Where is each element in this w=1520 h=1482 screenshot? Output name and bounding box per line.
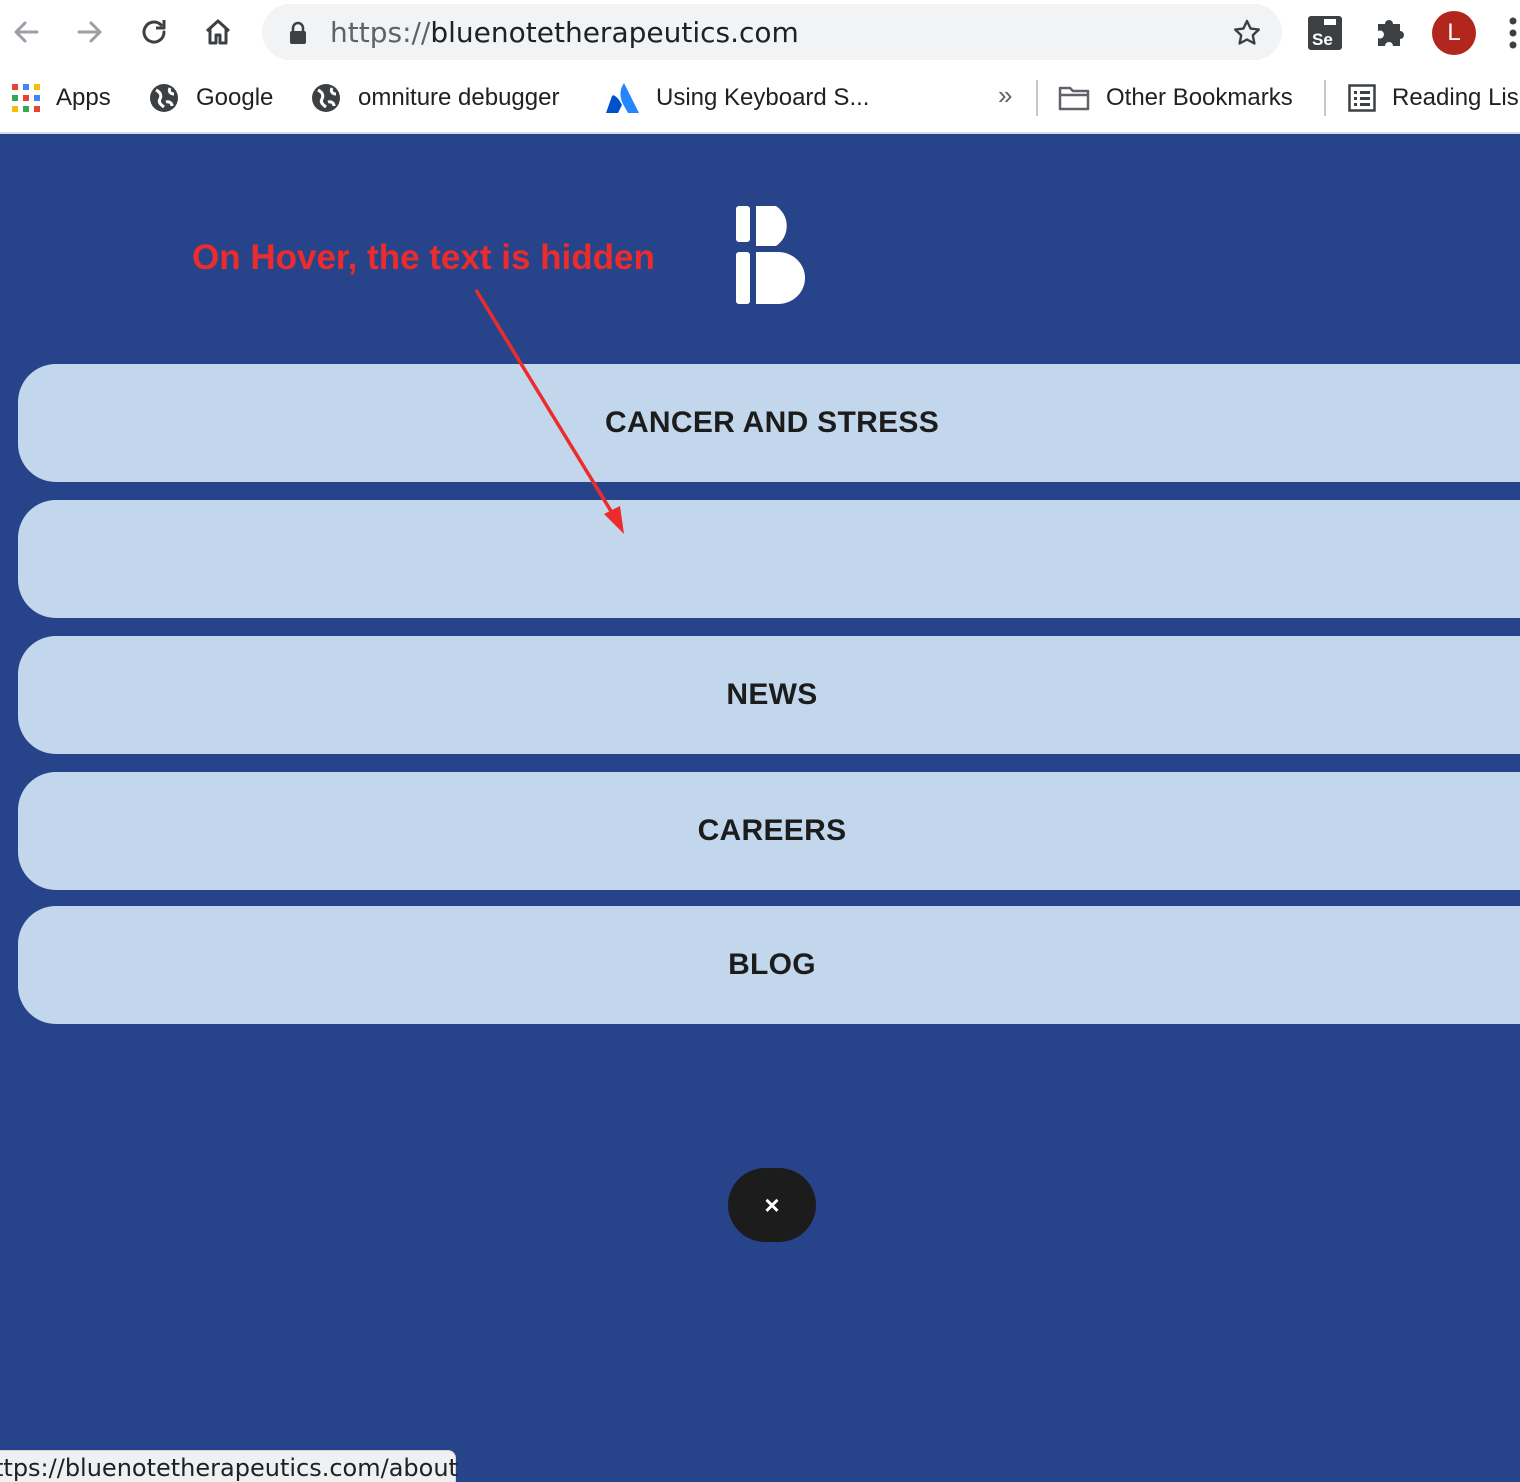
browser-toolbar: https://bluenotetherapeutics.com Se L <box>0 0 1520 66</box>
menu-item-hovered[interactable] <box>18 500 1520 618</box>
reading-list[interactable]: Reading Lis <box>1348 78 1519 118</box>
bookmark-using-keyboard[interactable]: Using Keyboard S... <box>606 78 869 118</box>
globe-icon <box>148 82 180 114</box>
bookmark-google[interactable]: Google <box>148 78 273 118</box>
apps-grid-icon <box>12 84 40 112</box>
menu-item-blog[interactable]: BLOG <box>18 906 1520 1024</box>
forward-button[interactable] <box>70 12 110 52</box>
selenium-icon: Se <box>1308 16 1342 50</box>
bookmark-label: Using Keyboard S... <box>656 84 870 111</box>
lock-icon <box>290 21 306 44</box>
close-menu-button[interactable]: × <box>728 1168 816 1242</box>
other-bookmarks-label: Other Bookmarks <box>1106 84 1293 111</box>
profile-avatar[interactable]: L <box>1432 11 1476 55</box>
extensions-button[interactable] <box>1374 14 1406 53</box>
puzzle-icon <box>1378 20 1404 46</box>
menu-item-cancer-and-stress[interactable]: CANCER AND STRESS <box>18 364 1520 482</box>
menu-item-news[interactable]: NEWS <box>18 636 1520 754</box>
bookmark-omniture-debugger[interactable]: omniture debugger <box>310 78 559 118</box>
back-arrow-icon <box>14 21 39 43</box>
menu-item-label <box>18 500 1520 618</box>
status-url: ttps://bluenotetherapeutics.com/about <box>0 1454 458 1482</box>
status-bar: ttps://bluenotetherapeutics.com/about <box>0 1450 458 1482</box>
menu-item-label: CAREERS <box>697 814 847 847</box>
reading-list-label: Reading Lis <box>1392 84 1519 111</box>
address-bar[interactable]: https://bluenotetherapeutics.com <box>262 4 1282 60</box>
bookmark-apps[interactable]: Apps <box>12 78 111 118</box>
bookmark-separator <box>1036 80 1038 116</box>
bookmark-label: Apps <box>56 84 111 111</box>
bookmark-label: Google <box>196 84 274 111</box>
url-text: https://bluenotetherapeutics.com <box>330 16 799 49</box>
close-icon: × <box>764 1189 780 1220</box>
globe-icon <box>310 82 342 114</box>
menu-item-label: NEWS <box>726 678 818 711</box>
folder-icon <box>1058 85 1090 111</box>
forward-arrow-icon <box>77 21 102 43</box>
svg-text:Se: Se <box>1312 30 1333 49</box>
bluenote-logo <box>736 206 805 304</box>
reading-list-icon <box>1348 84 1376 112</box>
menu-item-label: BLOG <box>728 948 816 981</box>
annotation-text: On Hover, the text is hidden <box>192 238 655 277</box>
bookmark-separator <box>1324 80 1326 116</box>
reload-button[interactable] <box>134 12 174 52</box>
url-scheme: https:// <box>330 16 431 49</box>
menu-item-careers[interactable]: CAREERS <box>18 772 1520 890</box>
selenium-extension-button[interactable]: Se <box>1308 14 1342 55</box>
bookmarks-bar: Apps Google omniture debugger Using Keyb… <box>0 66 1520 134</box>
atlassian-icon <box>606 82 640 114</box>
bookmark-label: omniture debugger <box>358 84 560 111</box>
home-icon <box>205 19 231 45</box>
reload-icon <box>142 20 166 44</box>
menu-item-label: CANCER AND STRESS <box>604 406 940 439</box>
back-button[interactable] <box>6 12 46 52</box>
more-menu-icon[interactable] <box>1508 16 1518 50</box>
bookmarks-overflow-button[interactable]: » <box>998 80 1012 111</box>
other-bookmarks[interactable]: Other Bookmarks <box>1058 78 1293 118</box>
bookmark-star-icon[interactable] <box>1232 18 1262 48</box>
url-host: bluenotetherapeutics.com <box>430 16 799 49</box>
home-button[interactable] <box>198 12 238 52</box>
